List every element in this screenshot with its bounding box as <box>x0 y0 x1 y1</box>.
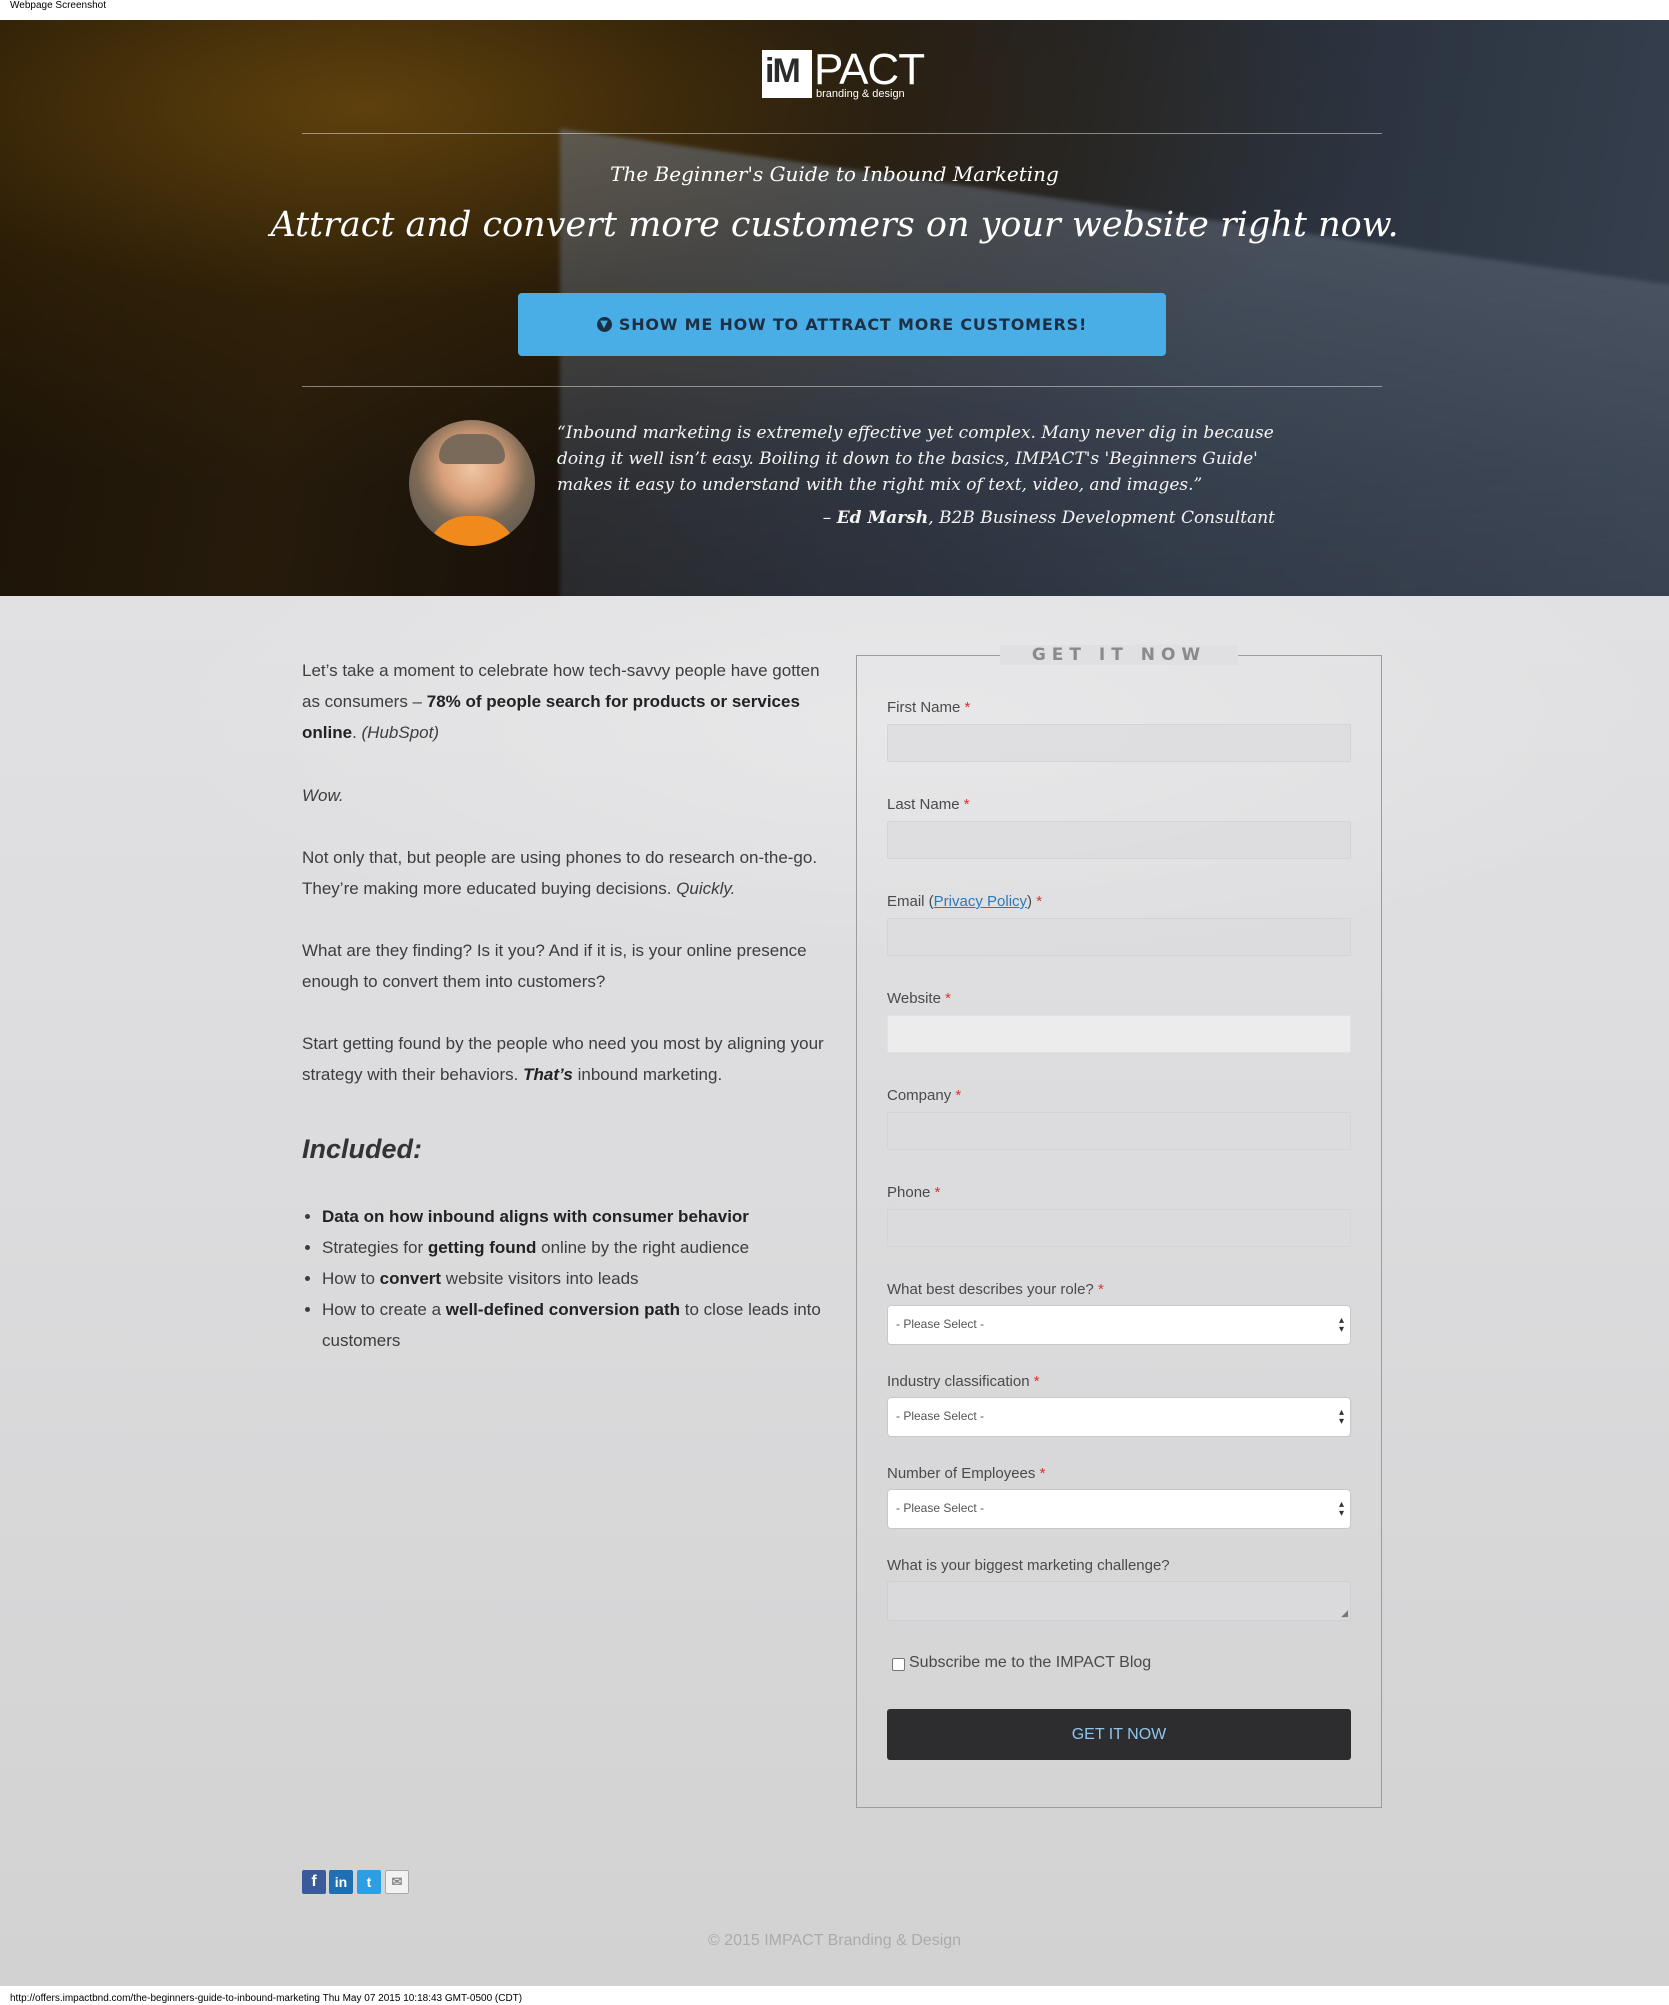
phones-paragraph: Not only that, but people are using phon… <box>302 848 818 898</box>
last-name-label: Last Name * <box>887 796 970 813</box>
twitter-share-icon[interactable]: t <box>357 1870 381 1894</box>
hero-title: Attract and convert more customers on yo… <box>270 205 1399 245</box>
email-label: Email (Privacy Policy) * <box>887 893 1043 910</box>
logo-tagline: branding & design <box>816 88 905 100</box>
included-heading: Included: <box>302 1134 422 1164</box>
list-item: How to convert website visitors into lea… <box>322 1263 852 1294</box>
phone-label: Phone * <box>887 1184 941 1201</box>
company-label: Company * <box>887 1087 962 1104</box>
first-name-input[interactable] <box>887 724 1351 762</box>
cta-label: SHOW ME HOW TO ATTRACT MORE CUSTOMERS! <box>618 315 1088 334</box>
arrow-down-circle-icon: ▼ <box>596 317 612 332</box>
included-list: Data on how inbound aligns with consumer… <box>302 1201 852 1356</box>
last-name-input[interactable] <box>887 821 1351 859</box>
role-select[interactable]: - Please Select - ▴ ▾ <box>887 1305 1351 1345</box>
list-item: Strategies for getting found online by t… <box>322 1232 852 1263</box>
website-label: Website * <box>887 990 951 1007</box>
get-it-now-button[interactable]: GET IT NOW <box>887 1709 1351 1760</box>
hero-divider-bottom <box>302 386 1382 387</box>
role-label: What best describes your role? * <box>887 1281 1104 1298</box>
copyright-text: © 2015 IMPACT Branding & Design <box>707 1932 962 1949</box>
select-arrows-icon: ▴ ▾ <box>1338 1315 1344 1335</box>
finding-paragraph: What are they finding? Is it you? And if… <box>302 941 807 991</box>
subscribe-checkbox[interactable] <box>892 1658 905 1671</box>
subscribe-label[interactable]: Subscribe me to the IMPACT Blog <box>909 1654 1151 1672</box>
screenshot-header: Webpage Screenshot <box>0 0 1669 20</box>
testimonial-attribution: – Ed Marsh, B2B Business Development Con… <box>822 508 1275 528</box>
form-legend: GET IT NOW <box>1000 645 1238 665</box>
employees-select[interactable]: - Please Select - ▴ ▾ <box>887 1489 1351 1529</box>
first-name-label: First Name * <box>887 699 971 716</box>
industry-label: Industry classification * <box>887 1373 1040 1390</box>
strategy-paragraph: Start getting found by the people who ne… <box>302 1034 824 1084</box>
facebook-share-icon[interactable]: f <box>302 1870 326 1894</box>
challenge-textarea[interactable]: ◢ <box>887 1581 1351 1621</box>
challenge-label: What is your biggest marketing challenge… <box>887 1557 1170 1574</box>
list-item: Data on how inbound aligns with consumer… <box>322 1201 852 1232</box>
company-input[interactable] <box>887 1112 1351 1150</box>
wow-paragraph: Wow. <box>302 786 344 805</box>
logo-text: PACT <box>814 45 925 94</box>
employees-label: Number of Employees * <box>887 1465 1046 1482</box>
website-input[interactable] <box>887 1015 1351 1053</box>
industry-select[interactable]: - Please Select - ▴ ▾ <box>887 1397 1351 1437</box>
testimonial-role: , B2B Business Development Consultant <box>928 508 1275 528</box>
page-url-footer: http://offers.impactbnd.com/the-beginner… <box>10 1993 523 2004</box>
select-arrows-icon: ▴ ▾ <box>1338 1407 1344 1427</box>
phone-input[interactable] <box>887 1209 1351 1247</box>
testimonial-quote: “Inbound marketing is extremely effectiv… <box>557 423 1274 495</box>
email-share-icon[interactable]: ✉ <box>385 1870 409 1894</box>
list-item: How to create a well-defined conversion … <box>322 1294 852 1356</box>
testimonial-avatar <box>409 420 535 546</box>
hero-subtitle: The Beginner's Guide to Inbound Marketin… <box>610 162 1059 186</box>
screenshot-title: Webpage Screenshot <box>10 0 106 11</box>
impact-logo[interactable]: iM PACT branding & design <box>762 45 925 100</box>
show-me-how-button[interactable]: ▼ SHOW ME HOW TO ATTRACT MORE CUSTOMERS! <box>518 293 1166 356</box>
intro-paragraph: Let’s take a moment to celebrate how tec… <box>302 661 820 742</box>
email-input[interactable] <box>887 918 1351 956</box>
privacy-policy-link[interactable]: Privacy Policy <box>934 893 1027 910</box>
testimonial-name: Ed Marsh <box>836 508 929 528</box>
select-arrows-icon: ▴ ▾ <box>1338 1499 1344 1519</box>
hero-divider-top <box>302 133 1382 134</box>
linkedin-share-icon[interactable]: in <box>329 1870 353 1894</box>
resize-grip-icon[interactable]: ◢ <box>1341 1608 1348 1619</box>
